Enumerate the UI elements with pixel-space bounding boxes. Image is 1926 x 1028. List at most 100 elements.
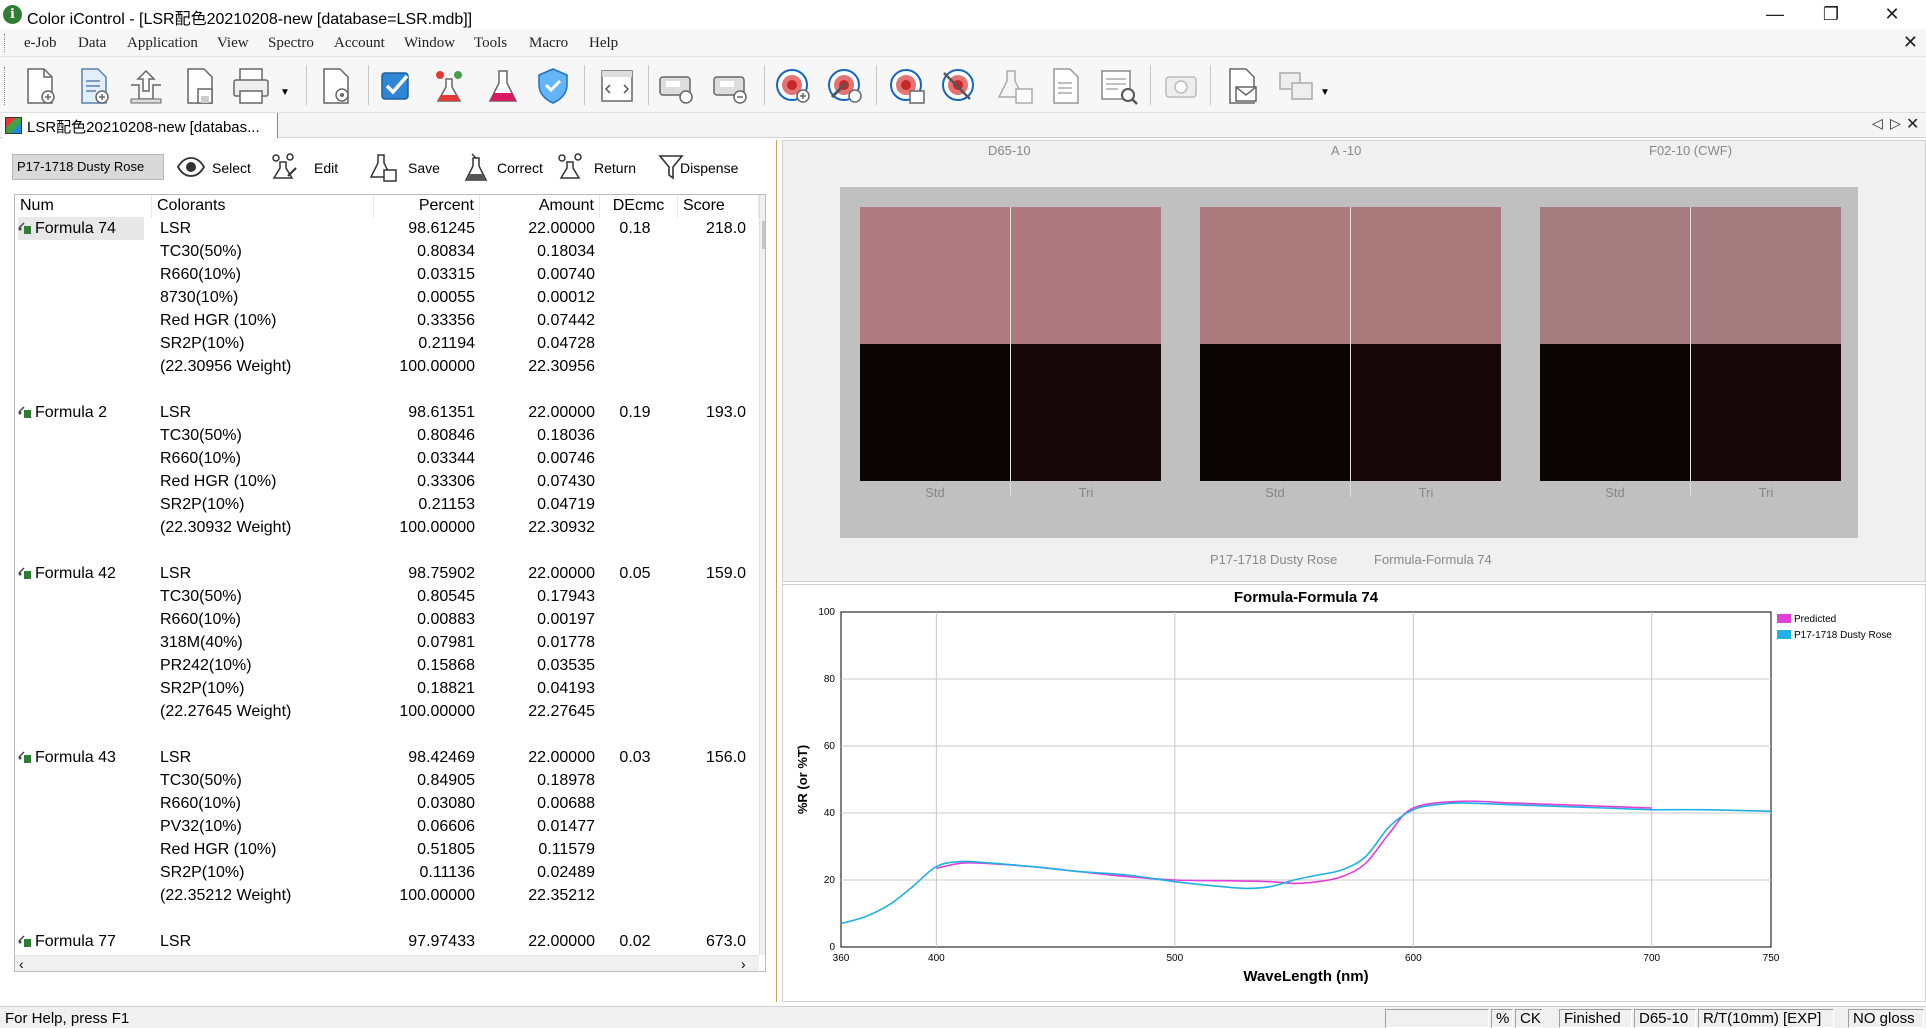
formula-name[interactable]: Formula 42 (18, 562, 144, 585)
formula-panel: P17-1718 Dusty Rose Select Edit Save Cor… (0, 140, 777, 1002)
formula-name[interactable]: Formula 2 (18, 401, 144, 424)
return-formula-icon (558, 153, 582, 179)
mail-document-icon[interactable] (1222, 65, 1264, 107)
instrument-settings-icon[interactable] (710, 65, 752, 107)
new-document-icon[interactable] (20, 65, 62, 107)
formula-name[interactable]: Formula 77 (18, 930, 144, 953)
dispense-button[interactable]: Dispense (656, 152, 746, 182)
decmc-value: 0.18 (619, 220, 651, 237)
tab-prev-arrow-icon[interactable]: ◁ (1872, 115, 1883, 132)
tab-next-arrow-icon[interactable]: ▷ (1890, 115, 1901, 132)
column-header-percent[interactable]: Percent (374, 195, 480, 218)
script-icon[interactable] (596, 65, 638, 107)
camera-disabled-icon[interactable] (1160, 65, 1202, 107)
amount-value: 22.35212 (528, 887, 595, 904)
menu-window[interactable]: Window (404, 35, 455, 52)
network-icon[interactable] (1276, 65, 1318, 107)
column-header-amount[interactable]: Amount (480, 195, 600, 218)
colorant-name: Red HGR (10%) (160, 841, 277, 858)
mdi-close-button[interactable]: ✕ (1903, 32, 1918, 53)
menu-view[interactable]: View (217, 35, 249, 52)
scroll-up-icon[interactable]: ▲ (764, 197, 765, 207)
target-edit-icon[interactable] (824, 65, 866, 107)
percent-value: 0.15868 (417, 657, 475, 674)
formula-name-text: Formula 42 (35, 565, 116, 582)
select-button[interactable]: Select (176, 152, 256, 182)
plot-frame (840, 611, 1772, 948)
score-value: 193.0 (706, 404, 747, 421)
document-tab[interactable]: LSR配色20210208-new [databas... (3, 113, 278, 138)
document-list-icon[interactable] (1046, 65, 1088, 107)
save-icon[interactable] (180, 65, 222, 107)
colorant-name: 318M(40%) (160, 634, 243, 651)
scroll-down-icon[interactable]: ▼ (764, 939, 765, 949)
menu-application[interactable]: Application (127, 35, 198, 52)
menu-tools[interactable]: Tools (474, 35, 507, 52)
title-bar: i Color iControl - [LSR配色20210208-new [d… (0, 0, 1926, 29)
menu-spectro[interactable]: Spectro (268, 35, 314, 52)
swatch-divider (1010, 207, 1011, 497)
shield-icon[interactable] (532, 65, 574, 107)
swatch-frame: Std Tri Std Tri Std Tri (840, 187, 1858, 538)
correct-button[interactable]: Correct (463, 152, 543, 182)
status-finished: Finished (1559, 1009, 1632, 1028)
print-icon[interactable] (230, 65, 272, 107)
formula-name[interactable]: Formula 74 (18, 217, 144, 240)
vertical-scroll-thumb[interactable] (762, 221, 765, 249)
scroll-left-icon[interactable]: ‹ (19, 956, 24, 971)
colorant-name: (22.30932 Weight) (160, 519, 292, 536)
menu-data[interactable]: Data (78, 35, 106, 52)
column-header-score[interactable]: Score (678, 195, 759, 218)
formula-grid: Num Colorants Percent Amount DEcmc Score… (14, 194, 766, 972)
colorant-dropper-icon[interactable] (428, 65, 470, 107)
swatch-std-label: Std (1605, 485, 1625, 500)
new-from-template-icon[interactable] (74, 65, 116, 107)
horizontal-scrollbar[interactable]: ‹ › (15, 955, 759, 971)
flask-icon[interactable] (482, 65, 524, 107)
toolbar: ▼ ▼ (0, 57, 1926, 113)
minimize-button[interactable]: — (1747, 0, 1803, 29)
document-search-icon[interactable] (1098, 65, 1140, 107)
menu-help[interactable]: Help (589, 35, 618, 52)
return-button[interactable]: Return (556, 152, 636, 182)
restore-button[interactable]: ❐ (1803, 0, 1859, 29)
status-empty-cell (1385, 1009, 1489, 1028)
target-data-icon[interactable] (886, 65, 928, 107)
menu-macro[interactable]: Macro (529, 35, 568, 52)
vertical-scrollbar[interactable]: ▲ ▼ (759, 195, 765, 955)
flask-list-icon[interactable] (994, 65, 1036, 107)
tab-close-button[interactable]: ✕ (1906, 114, 1919, 134)
color-swatch: Std Tri (1540, 207, 1842, 500)
menu-e-job[interactable]: e-Job (24, 35, 57, 52)
percent-value: 0.80545 (417, 588, 475, 605)
scroll-right-icon[interactable]: › (741, 956, 746, 971)
target-add-icon[interactable] (772, 65, 814, 107)
save-formula-button[interactable]: Save (368, 152, 440, 182)
amount-value: 0.00740 (537, 266, 595, 283)
percent-value: 100.00000 (399, 703, 475, 720)
edit-label: Edit (314, 160, 339, 176)
column-header-colorants[interactable]: Colorants (152, 195, 374, 218)
column-header-decmc[interactable]: DEcmc (600, 195, 678, 218)
colorant-name: LSR (160, 749, 192, 766)
swatch-trial-top (1351, 207, 1501, 344)
instrument-icon[interactable] (656, 65, 698, 107)
column-header-num[interactable]: Num (15, 195, 152, 218)
formula-name[interactable]: Formula 43 (18, 746, 144, 769)
percent-value: 98.61245 (408, 220, 475, 237)
percent-value: 100.00000 (399, 358, 475, 375)
menu-account[interactable]: Account (334, 35, 385, 52)
percent-value: 0.51805 (417, 841, 475, 858)
reflectance-chart-area: 0 20 40 60 80 100 360 400 500 600 700 750 Formula-Fo… (782, 584, 1926, 1002)
amount-value: 22.30932 (528, 519, 595, 536)
print-dropdown-icon[interactable]: ▼ (280, 87, 290, 98)
score-value: 218.0 (706, 220, 747, 237)
checkbox-approve-icon[interactable] (376, 65, 418, 107)
close-window-button[interactable]: ✕ (1864, 0, 1920, 29)
sample-name-box[interactable]: P17-1718 Dusty Rose (12, 154, 164, 180)
target-compare-icon[interactable] (938, 65, 980, 107)
open-upload-icon[interactable] (125, 65, 167, 107)
settings-document-icon[interactable] (316, 65, 358, 107)
network-dropdown-icon[interactable]: ▼ (1320, 87, 1330, 98)
edit-button[interactable]: Edit (270, 152, 340, 182)
